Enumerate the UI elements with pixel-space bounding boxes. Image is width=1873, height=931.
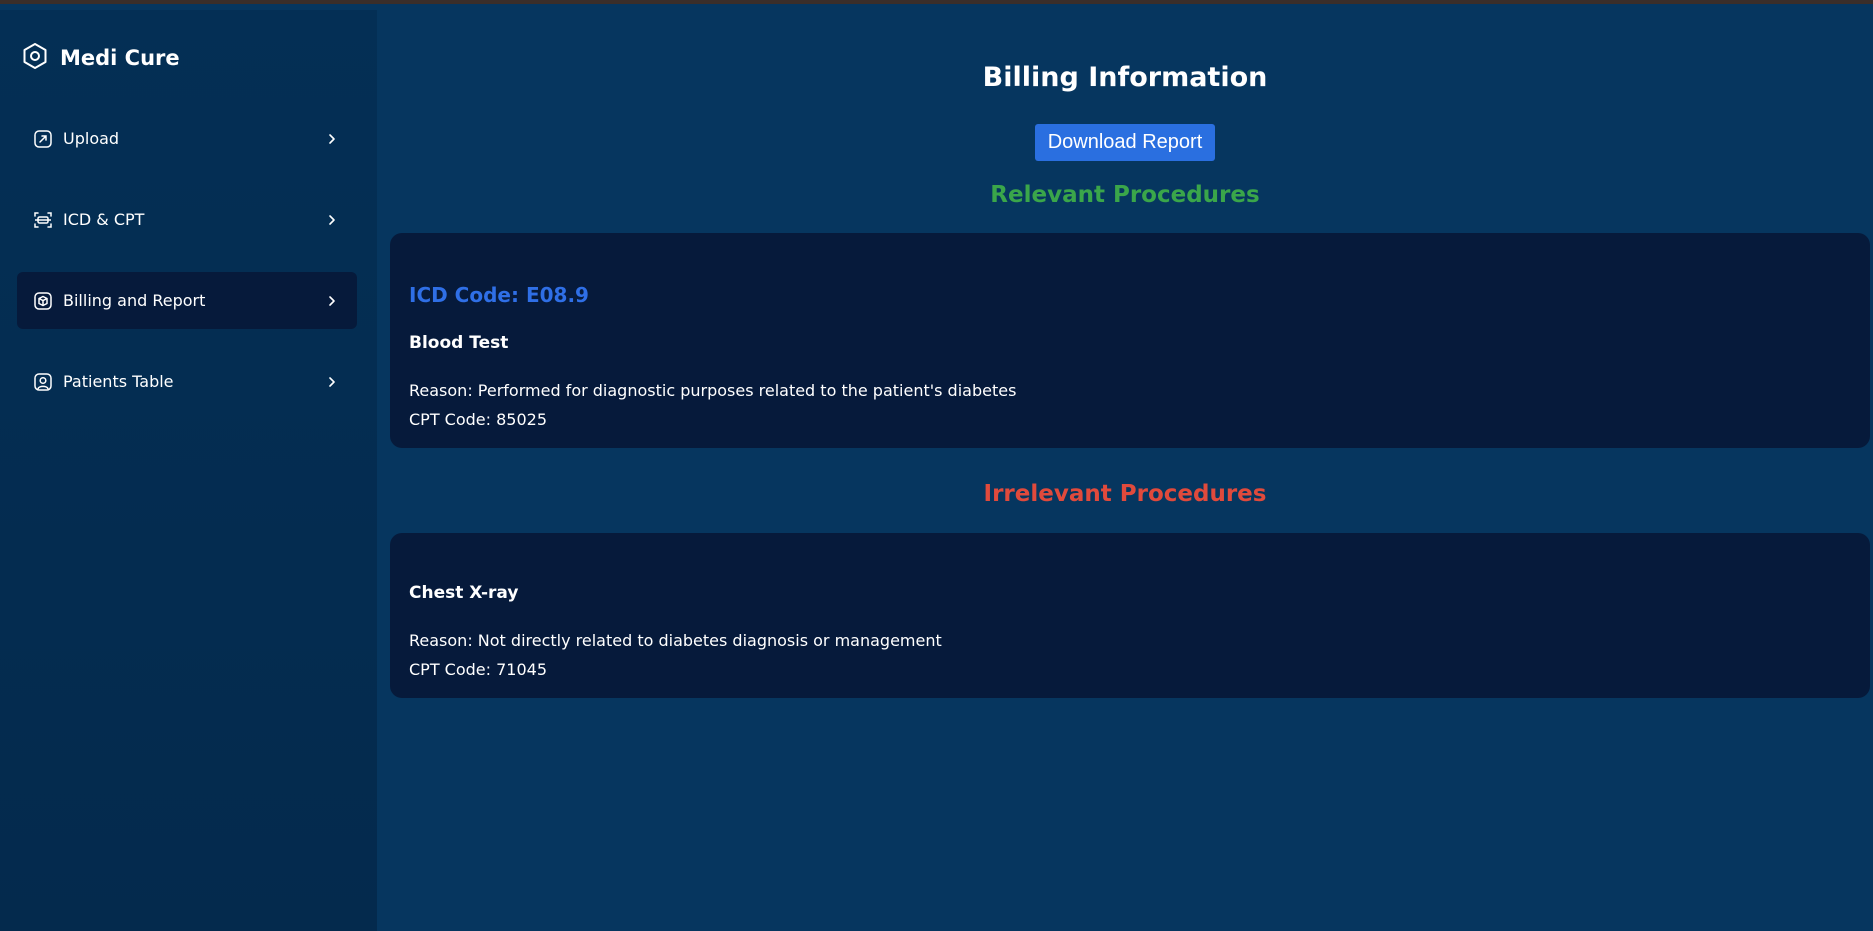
- procedure-name: Blood Test: [409, 333, 509, 353]
- brand[interactable]: Medi Cure: [22, 42, 180, 74]
- procedure-name: Chest X-ray: [409, 583, 519, 603]
- sidebar-item-billing-and-report[interactable]: Billing and Report: [17, 272, 357, 329]
- sidebar-item-label: ICD & CPT: [63, 210, 145, 229]
- user-icon: [33, 372, 53, 392]
- procedure-reason: Reason: Performed for diagnostic purpose…: [409, 381, 1017, 400]
- sidebar: Medi Cure Upload ICD & CPT Billing and R…: [0, 10, 377, 931]
- scan-icon: [33, 210, 53, 230]
- brand-name: Medi Cure: [60, 46, 180, 70]
- download-report-button[interactable]: Download Report: [1034, 124, 1216, 161]
- cpt-code: CPT Code: 71045: [409, 660, 548, 679]
- irrelevant-procedures-heading: Irrelevant Procedures: [983, 481, 1267, 507]
- sidebar-item-label: Patients Table: [63, 372, 174, 391]
- sidebar-nav: Upload ICD & CPT Billing and Report Pati…: [17, 110, 357, 434]
- procedure-reason: Reason: Not directly related to diabetes…: [409, 631, 942, 650]
- sidebar-item-icd-cpt[interactable]: ICD & CPT: [17, 191, 357, 248]
- icd-code: ICD Code: E08.9: [409, 283, 589, 307]
- main-content: Billing Information Download Report Rele…: [377, 10, 1873, 931]
- chevron-right-icon: [325, 294, 339, 308]
- relevant-procedures-heading: Relevant Procedures: [990, 182, 1260, 208]
- page-title: Billing Information: [982, 62, 1268, 93]
- chevron-right-icon: [325, 213, 339, 227]
- chevron-right-icon: [325, 132, 339, 146]
- irrelevant-procedure-card: Chest X-ray Reason: Not directly related…: [390, 533, 1870, 698]
- cpt-code: CPT Code: 85025: [409, 410, 548, 429]
- chevron-right-icon: [325, 375, 339, 389]
- upload-icon: [33, 129, 53, 149]
- hexagon-logo-icon: [22, 42, 48, 74]
- download-button-wrap: Download Report: [377, 124, 1873, 161]
- window-top-bar: [0, 0, 1873, 10]
- relevant-procedure-card: ICD Code: E08.9 Blood Test Reason: Perfo…: [390, 233, 1870, 448]
- sidebar-item-upload[interactable]: Upload: [17, 110, 357, 167]
- sidebar-item-label: Upload: [63, 129, 120, 148]
- sidebar-item-patients-table[interactable]: Patients Table: [17, 353, 357, 410]
- billing-icon: [33, 291, 53, 311]
- sidebar-item-label: Billing and Report: [63, 291, 206, 310]
